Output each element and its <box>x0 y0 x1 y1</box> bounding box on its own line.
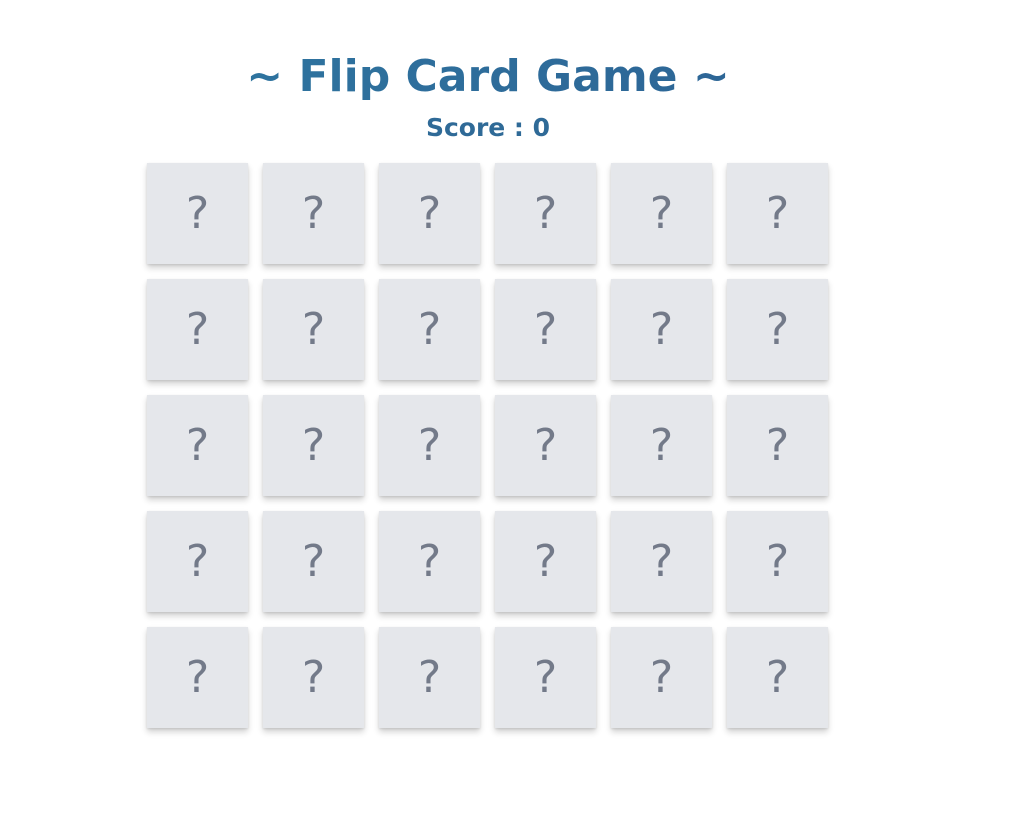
flip-card[interactable]: ? <box>495 163 596 264</box>
flip-card[interactable]: ? <box>147 627 248 728</box>
flip-card[interactable]: ? <box>727 279 828 380</box>
flip-card[interactable]: ? <box>611 395 712 496</box>
question-mark-icon: ? <box>765 187 790 239</box>
card-board: ?????????????????????????????? <box>147 163 828 728</box>
question-mark-icon: ? <box>185 303 210 355</box>
flip-card[interactable]: ? <box>495 511 596 612</box>
question-mark-icon: ? <box>417 187 442 239</box>
question-mark-icon: ? <box>765 651 790 703</box>
score-label: Score : <box>425 113 533 142</box>
question-mark-icon: ? <box>533 187 558 239</box>
flip-card[interactable]: ? <box>263 627 364 728</box>
question-mark-icon: ? <box>533 303 558 355</box>
flip-card[interactable]: ? <box>379 279 480 380</box>
flip-card[interactable]: ? <box>263 511 364 612</box>
game-title: ~ Flip Card Game ~ <box>0 49 976 105</box>
flip-card[interactable]: ? <box>495 395 596 496</box>
flip-card[interactable]: ? <box>495 627 596 728</box>
question-mark-icon: ? <box>417 651 442 703</box>
question-mark-icon: ? <box>185 187 210 239</box>
flip-card[interactable]: ? <box>379 163 480 264</box>
flip-card[interactable]: ? <box>379 395 480 496</box>
flip-card[interactable]: ? <box>727 511 828 612</box>
flip-card[interactable]: ? <box>263 279 364 380</box>
flip-card[interactable]: ? <box>147 395 248 496</box>
question-mark-icon: ? <box>533 419 558 471</box>
question-mark-icon: ? <box>185 419 210 471</box>
flip-card[interactable]: ? <box>263 395 364 496</box>
score-display: Score : 0 <box>0 110 976 146</box>
question-mark-icon: ? <box>301 535 326 587</box>
flip-card[interactable]: ? <box>379 627 480 728</box>
question-mark-icon: ? <box>765 419 790 471</box>
question-mark-icon: ? <box>765 535 790 587</box>
flip-card[interactable]: ? <box>611 279 712 380</box>
flip-card[interactable]: ? <box>147 511 248 612</box>
flip-card[interactable]: ? <box>611 511 712 612</box>
question-mark-icon: ? <box>301 187 326 239</box>
question-mark-icon: ? <box>301 303 326 355</box>
flip-card[interactable]: ? <box>727 163 828 264</box>
question-mark-icon: ? <box>185 651 210 703</box>
question-mark-icon: ? <box>649 651 674 703</box>
flip-card[interactable]: ? <box>379 511 480 612</box>
flip-card[interactable]: ? <box>495 279 596 380</box>
flip-card[interactable]: ? <box>727 627 828 728</box>
flip-card[interactable]: ? <box>147 163 248 264</box>
flip-card[interactable]: ? <box>611 163 712 264</box>
question-mark-icon: ? <box>301 419 326 471</box>
question-mark-icon: ? <box>417 419 442 471</box>
flip-card[interactable]: ? <box>147 279 248 380</box>
question-mark-icon: ? <box>301 651 326 703</box>
question-mark-icon: ? <box>649 187 674 239</box>
question-mark-icon: ? <box>649 535 674 587</box>
question-mark-icon: ? <box>417 303 442 355</box>
flip-card[interactable]: ? <box>263 163 364 264</box>
question-mark-icon: ? <box>417 535 442 587</box>
flip-card[interactable]: ? <box>727 395 828 496</box>
question-mark-icon: ? <box>533 535 558 587</box>
question-mark-icon: ? <box>765 303 790 355</box>
question-mark-icon: ? <box>185 535 210 587</box>
score-value: 0 <box>532 113 551 142</box>
question-mark-icon: ? <box>649 303 674 355</box>
flip-card[interactable]: ? <box>611 627 712 728</box>
question-mark-icon: ? <box>649 419 674 471</box>
question-mark-icon: ? <box>533 651 558 703</box>
